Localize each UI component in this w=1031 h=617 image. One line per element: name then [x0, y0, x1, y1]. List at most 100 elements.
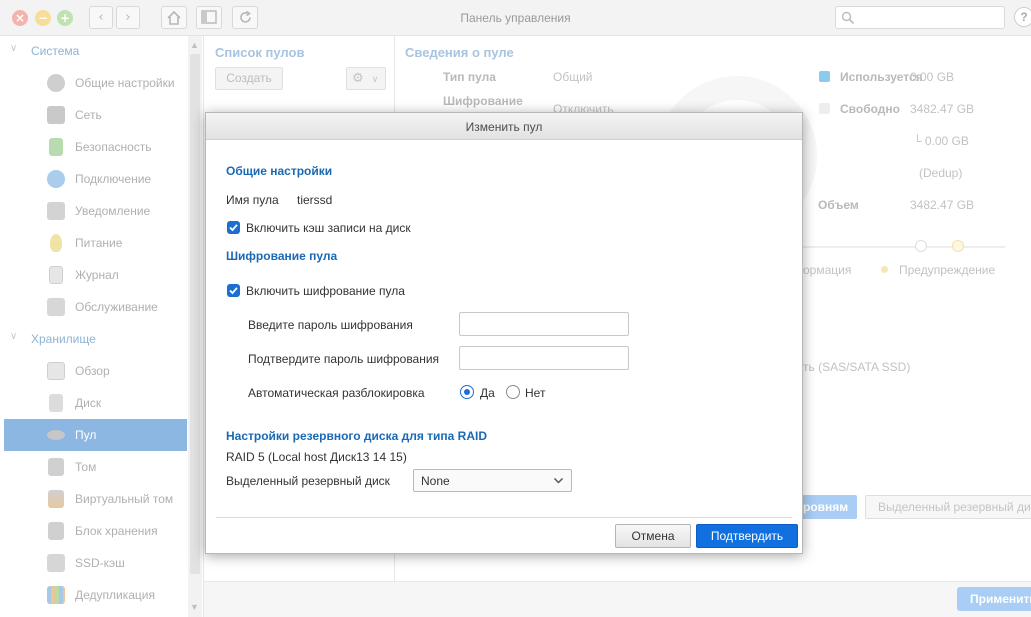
scroll-up-icon: ▲ — [190, 40, 199, 50]
write-cache-checkbox[interactable] — [227, 221, 240, 234]
dialog-header[interactable]: Изменить пул — [206, 113, 802, 140]
notification-icon — [47, 202, 65, 220]
sidebar-item-connection[interactable]: Подключение — [4, 163, 187, 195]
confirm-button[interactable]: Подтвердить — [696, 524, 798, 548]
checkmark-icon — [229, 287, 238, 295]
sidebar-item-volume[interactable]: Том — [4, 451, 187, 483]
sidebar-item-pool[interactable]: Пул — [4, 419, 187, 451]
help-button[interactable]: ? — [1014, 7, 1031, 27]
legend-info-label: ормация — [803, 263, 852, 277]
sidebar-item-security[interactable]: Безопасность — [4, 131, 187, 163]
title-bar: × − + ‹ › Панель управления ? — [0, 0, 1031, 36]
sidebar-item-disk[interactable]: Диск — [4, 387, 187, 419]
sidebar-item-label: Журнал — [75, 268, 119, 282]
write-cache-label[interactable]: Включить кэш записи на диск — [246, 221, 411, 235]
sidebar-section-storage[interactable]: ∨ Хранилище — [0, 324, 187, 352]
spare-disk-label: Выделенный резервный диск — [226, 474, 390, 488]
pool-icon — [47, 430, 65, 440]
cancel-button[interactable]: Отмена — [615, 524, 691, 548]
spare-disk-heading: Настройки резервного диска для типа RAID — [226, 429, 488, 443]
block-storage-icon — [48, 522, 64, 540]
encryption-password-input[interactable] — [459, 312, 629, 336]
scrollbar-thumb[interactable] — [190, 54, 200, 574]
confirm-password-input[interactable] — [459, 346, 629, 370]
create-pool-button[interactable]: Создать — [215, 67, 283, 90]
sidebar-item-label: Дедупликация — [75, 588, 156, 602]
sidebar-item-label: Пул — [75, 428, 97, 442]
dedicated-spare-button[interactable]: Выделенный резервный ди — [865, 495, 1031, 519]
pool-name-value: tierssd — [297, 193, 333, 207]
status-marker-warning — [952, 240, 964, 252]
pool-actions-button[interactable]: ⚙ ∨ — [346, 67, 386, 90]
sidebar: ∨ Система Общие настройки Сеть Безопасно… — [0, 36, 204, 617]
sidebar-item-notification[interactable]: Уведомление — [4, 195, 187, 227]
status-track — [803, 246, 1005, 248]
auto-unlock-label: Автоматическая разблокировка — [248, 386, 425, 400]
disk-type-label: ть (SAS/SATA SSD) — [803, 360, 911, 374]
sidebar-scrollbar[interactable]: ▲ ▼ — [188, 36, 202, 617]
sidebar-item-dedup[interactable]: Дедупликация — [4, 579, 187, 611]
free-legend-swatch — [819, 103, 830, 114]
password-label: Введите пароль шифрования — [248, 318, 413, 332]
chevron-down-icon: ∨ — [10, 331, 18, 342]
lock-icon — [49, 138, 63, 156]
encryption-label: Шифрование — [443, 94, 523, 108]
sidebar-item-virtual-volume[interactable]: Виртуальный том — [4, 483, 187, 515]
sidebar-item-label: Уведомление — [75, 204, 151, 218]
auto-unlock-yes-radio[interactable] — [460, 385, 474, 399]
apply-button[interactable]: Применить — [957, 587, 1031, 611]
virtual-volume-icon — [48, 490, 64, 508]
sidebar-item-label: Обслуживание — [75, 300, 158, 314]
dialog-title: Изменить пул — [465, 120, 543, 134]
dedup-icon — [47, 586, 65, 604]
sidebar-item-general-settings[interactable]: Общие настройки — [4, 67, 187, 99]
levels-button[interactable]: ровням — [795, 495, 857, 519]
enable-encryption-label[interactable]: Включить шифрование пула — [246, 284, 405, 298]
sidebar-item-log[interactable]: Журнал — [4, 259, 187, 291]
sidebar-item-label: Обзор — [75, 364, 110, 378]
scroll-down-icon: ▼ — [190, 602, 199, 612]
sidebar-item-label: Питание — [75, 236, 123, 250]
sidebar-item-power[interactable]: Питание — [4, 227, 187, 259]
pool-type-label: Тип пула — [443, 70, 496, 84]
gear-icon: ⚙ — [352, 71, 364, 86]
chevron-down-icon: ∨ — [371, 75, 379, 85]
sidebar-item-label: Том — [75, 460, 97, 474]
spare-disk-select[interactable]: None — [413, 469, 572, 492]
sidebar-item-network[interactable]: Сеть — [4, 99, 187, 131]
volume-value: 3482.47 GB — [910, 198, 975, 212]
sidebar-item-block-storage[interactable]: Блок хранения — [4, 515, 187, 547]
pool-type-value: Общий — [553, 70, 593, 84]
search-input[interactable] — [835, 6, 1005, 29]
sidebar-item-label: Диск — [75, 396, 102, 410]
pool-details-title: Сведения о пуле — [405, 45, 514, 60]
pool-encryption-heading: Шифрование пула — [226, 249, 338, 263]
sidebar-section-label: Хранилище — [31, 332, 96, 346]
sidebar-item-overview[interactable]: Обзор — [4, 355, 187, 387]
auto-unlock-no-radio[interactable] — [506, 385, 520, 399]
sidebar-item-ssd-cache[interactable]: SSD-кэш — [4, 547, 187, 579]
dedup-label: (Dedup) — [919, 166, 963, 180]
used-value: 0.00 GB — [910, 70, 955, 84]
lightbulb-icon — [50, 234, 62, 252]
legend-warning-dot — [881, 266, 888, 273]
sidebar-section-system[interactable]: ∨ Система — [0, 36, 187, 64]
free-label: Свободно — [840, 102, 900, 116]
dedup-used-value: └ 0.00 GB — [913, 134, 969, 148]
chevron-down-icon: ∨ — [10, 43, 18, 54]
tools-icon — [47, 298, 65, 316]
disk-icon — [49, 394, 63, 412]
sidebar-item-label: SSD-кэш — [75, 556, 125, 570]
checkmark-icon — [229, 224, 238, 232]
enable-encryption-checkbox[interactable] — [227, 284, 240, 297]
auto-unlock-no-label[interactable]: Нет — [525, 386, 545, 400]
footer-bar — [204, 581, 1031, 617]
raid-info: RAID 5 (Local host Диск13 14 15) — [226, 450, 407, 464]
sidebar-item-maintenance[interactable]: Обслуживание — [4, 291, 187, 323]
legend-warning-label: Предупреждение — [899, 263, 996, 277]
dialog-divider — [216, 517, 792, 518]
sidebar-item-label: Общие настройки — [75, 76, 175, 90]
sidebar-item-label: Безопасность — [75, 140, 152, 154]
auto-unlock-yes-label[interactable]: Да — [480, 386, 495, 400]
used-legend-swatch — [819, 71, 830, 82]
